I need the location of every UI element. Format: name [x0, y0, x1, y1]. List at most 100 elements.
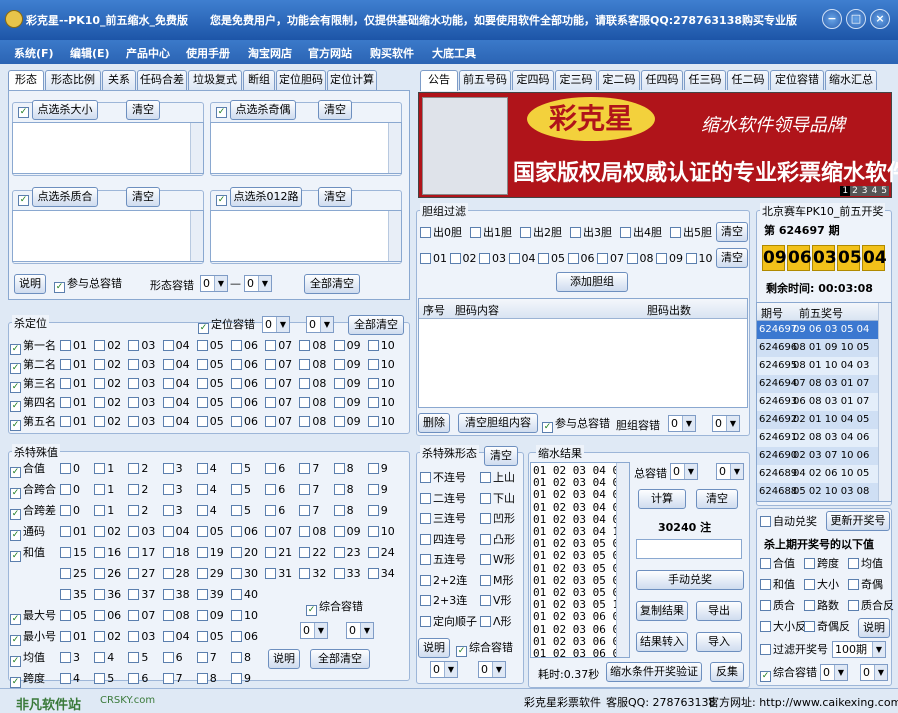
number-checkbox[interactable]: 10	[367, 339, 395, 353]
number-checkbox[interactable]: 06	[231, 358, 258, 372]
add-gall-button[interactable]: 添加胆组	[556, 272, 628, 292]
manual-prize-button[interactable]: 手动兑奖	[636, 570, 744, 590]
number-checkbox[interactable]: 10	[367, 525, 395, 539]
special-row-checkbox[interactable]: ✓ 和值	[10, 546, 45, 562]
shape-tol-min[interactable]: 0 ▼	[430, 661, 458, 678]
kill-last-checkbox[interactable]: 大小反	[760, 620, 806, 634]
gall-number-checkbox[interactable]: 09	[656, 252, 683, 266]
tab-break-group[interactable]: 断组	[243, 70, 275, 90]
number-checkbox[interactable]: 04	[162, 525, 190, 539]
update-draw-button[interactable]: 更新开奖号	[826, 511, 890, 531]
shape-tol-max[interactable]: 0 ▼	[478, 661, 506, 678]
number-checkbox[interactable]: 0	[60, 462, 80, 476]
shape-tol-max[interactable]: 0 ▼	[244, 275, 272, 292]
number-checkbox[interactable]: 01	[60, 396, 87, 410]
number-checkbox[interactable]: 4	[94, 651, 114, 665]
explain-button[interactable]: 说明	[14, 274, 46, 294]
kill-last-checkbox[interactable]: 均值	[848, 557, 883, 571]
kill-last-checkbox[interactable]: 质合反	[848, 599, 894, 613]
number-checkbox[interactable]: 06	[94, 609, 121, 623]
number-checkbox[interactable]: 6	[265, 504, 285, 518]
number-checkbox[interactable]: 30	[231, 567, 258, 581]
special-row-checkbox[interactable]: ✓ 最大号	[10, 609, 56, 625]
banner-pager[interactable]: 12345	[840, 186, 889, 196]
tab-front5[interactable]: 前五号码	[459, 70, 511, 90]
number-checkbox[interactable]: 7	[299, 483, 319, 497]
delete-button[interactable]: 删除	[418, 413, 450, 433]
tab-garbage[interactable]: 垃圾复式	[188, 70, 242, 90]
number-checkbox[interactable]: 01	[60, 339, 87, 353]
number-checkbox[interactable]: 02	[94, 525, 121, 539]
special-row-checkbox[interactable]: ✓ 合值	[10, 462, 45, 478]
number-checkbox[interactable]: 6	[265, 462, 285, 476]
menu-tools[interactable]: 大底工具	[432, 45, 476, 61]
number-checkbox[interactable]: 35	[60, 588, 87, 602]
gall-count-checkbox[interactable]: 出3胆	[570, 226, 612, 240]
number-checkbox[interactable]: 29	[196, 567, 224, 581]
number-checkbox[interactable]: 03	[128, 358, 155, 372]
tab-any2[interactable]: 任二码	[727, 70, 769, 90]
number-checkbox[interactable]: 07	[265, 339, 292, 353]
number-checkbox[interactable]: 3	[162, 483, 183, 497]
result-line[interactable]: 01 02 03 04 07	[533, 489, 627, 501]
number-checkbox[interactable]: 2	[128, 504, 148, 518]
shape-checkbox[interactable]: 三连号	[420, 512, 466, 526]
shape-checkbox[interactable]: W形	[480, 553, 515, 567]
clear-gall-list-button[interactable]: 清空胆组内容	[458, 413, 538, 433]
number-checkbox[interactable]: 09	[333, 396, 361, 410]
number-checkbox[interactable]: 01	[60, 525, 87, 539]
number-checkbox[interactable]: 05	[196, 415, 224, 429]
number-checkbox[interactable]: 02	[94, 339, 121, 353]
special-clear-all-button[interactable]: 全部清空	[310, 649, 370, 669]
number-checkbox[interactable]: 07	[265, 415, 292, 429]
shape-checkbox[interactable]: V形	[480, 594, 512, 608]
number-checkbox[interactable]: 9	[231, 672, 251, 686]
clear-button[interactable]: 清空	[318, 187, 352, 207]
shape-tol-min[interactable]: 0 ▼	[200, 275, 228, 292]
kill-last-checkbox[interactable]: 质合	[760, 599, 795, 613]
result-line[interactable]: 01 02 03 04 08	[533, 501, 627, 514]
number-checkbox[interactable]: 33	[333, 567, 361, 581]
number-checkbox[interactable]: 8	[333, 483, 354, 497]
number-checkbox[interactable]: 04	[162, 339, 190, 353]
verify-button[interactable]: 缩水条件开奖验证	[606, 662, 702, 682]
shape-checkbox[interactable]: 五连号	[420, 553, 466, 567]
number-checkbox[interactable]: 03	[128, 339, 155, 353]
number-checkbox[interactable]: 9	[367, 483, 388, 497]
number-checkbox[interactable]: 24	[367, 546, 395, 560]
tab-sum-diff[interactable]: 任码合差	[137, 70, 187, 90]
number-checkbox[interactable]: 09	[333, 339, 361, 353]
number-checkbox[interactable]: 09	[196, 609, 224, 623]
odd-even-list[interactable]	[210, 122, 402, 174]
gall-count-checkbox[interactable]: 出5胆	[670, 226, 712, 240]
tab-summary[interactable]: 缩水汇总	[825, 70, 877, 90]
number-checkbox[interactable]: 06	[231, 377, 258, 391]
number-checkbox[interactable]: 23	[333, 546, 361, 560]
number-checkbox[interactable]: 22	[299, 546, 326, 560]
number-checkbox[interactable]: 4	[60, 672, 80, 686]
draw-tol-min[interactable]: 0 ▼	[820, 664, 848, 681]
number-checkbox[interactable]: 02	[94, 415, 121, 429]
special-tol-max[interactable]: 0 ▼	[346, 622, 374, 639]
number-checkbox[interactable]: 05	[196, 339, 224, 353]
gall-count-checkbox[interactable]: 出4胆	[620, 226, 662, 240]
gall-count-checkbox[interactable]: 出1胆	[470, 226, 512, 240]
number-checkbox[interactable]: 16	[94, 546, 121, 560]
table-row[interactable]: 62468805 02 10 03 08	[757, 483, 891, 501]
number-checkbox[interactable]: 04	[162, 358, 190, 372]
number-checkbox[interactable]: 04	[162, 377, 190, 391]
number-checkbox[interactable]: 08	[299, 396, 326, 410]
draw-total-checkbox[interactable]: ✓ 综合容错	[760, 666, 817, 682]
number-checkbox[interactable]: 01	[60, 630, 87, 644]
table-row[interactable]: 62469709 06 03 05 04	[757, 321, 891, 339]
shape-explain-button[interactable]: 说明	[418, 638, 450, 658]
number-checkbox[interactable]: 15	[60, 546, 87, 560]
table-row[interactable]: 62469608 01 09 10 05	[757, 339, 891, 357]
number-checkbox[interactable]: 01	[60, 415, 87, 429]
result-clear-button[interactable]: 清空	[696, 489, 738, 509]
number-checkbox[interactable]: 04	[162, 396, 190, 410]
result-input[interactable]	[636, 539, 742, 559]
tab-shape[interactable]: 形态	[8, 70, 44, 91]
number-checkbox[interactable]: 01	[60, 377, 87, 391]
kill-last-checkbox[interactable]: 合值	[760, 557, 795, 571]
